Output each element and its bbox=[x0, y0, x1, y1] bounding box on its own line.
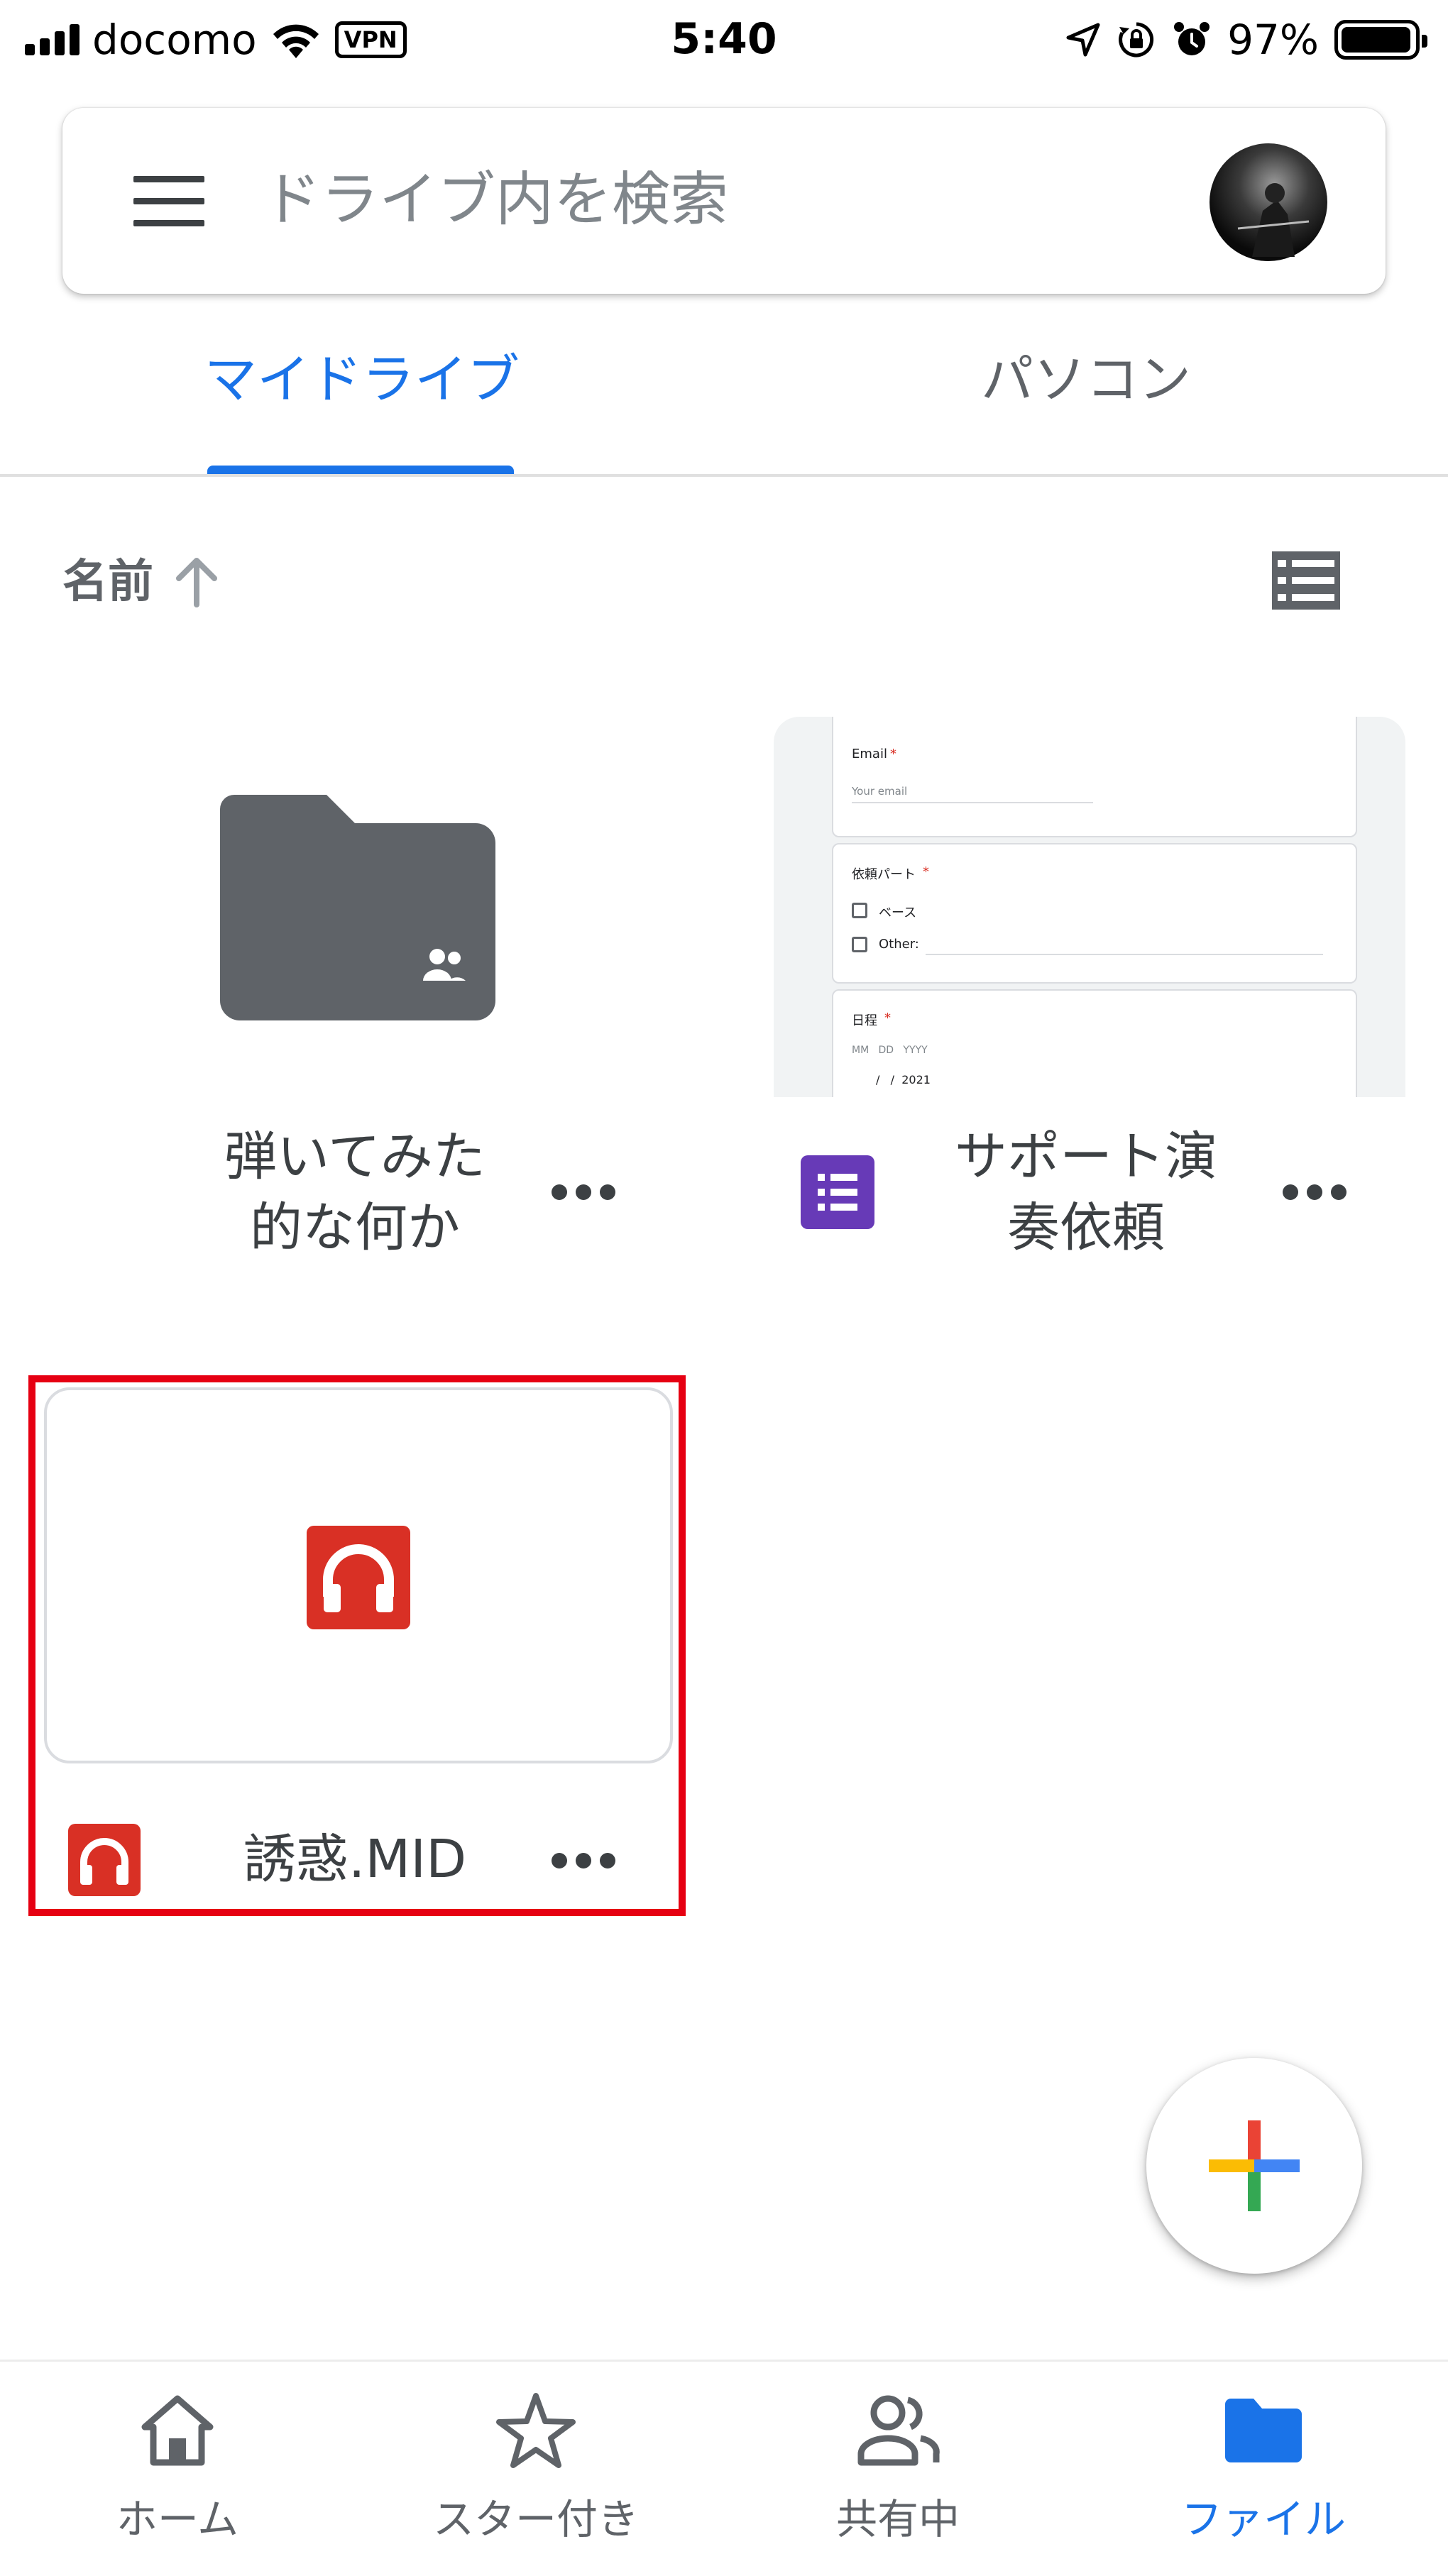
list-view-icon[interactable] bbox=[1271, 550, 1342, 611]
alarm-icon bbox=[1174, 21, 1210, 55]
location-arrow-icon bbox=[1066, 23, 1100, 56]
search-input[interactable]: ドライブ内を検索 bbox=[263, 158, 728, 243]
nav-label: 共有中 bbox=[835, 2495, 960, 2543]
date-value: / / 2021 bbox=[876, 1073, 931, 1086]
form-field-label: 依頼パート bbox=[852, 867, 916, 882]
nav-home[interactable]: ホーム bbox=[28, 2391, 327, 2555]
required-mark: * bbox=[923, 864, 929, 879]
nav-label: ファイル bbox=[1180, 2495, 1346, 2543]
checkbox-option: ベース bbox=[879, 906, 917, 920]
tab-computers[interactable]: パソコン bbox=[838, 341, 1334, 419]
form-field-label: 日程 bbox=[852, 1013, 877, 1028]
new-item-fab[interactable] bbox=[1146, 2058, 1362, 2274]
battery-percent: 97% bbox=[1227, 15, 1319, 64]
tab-my-drive[interactable]: マイドライブ bbox=[114, 341, 610, 419]
form-field-label: Email bbox=[852, 747, 887, 761]
required-mark: * bbox=[884, 1011, 891, 1025]
home-icon bbox=[141, 2395, 214, 2466]
hamburger-menu-icon[interactable] bbox=[133, 176, 204, 226]
tab-divider bbox=[0, 474, 1448, 477]
battery-fill bbox=[1342, 26, 1410, 53]
shared-folder-icon[interactable] bbox=[220, 795, 497, 1020]
plus-icon bbox=[1209, 2120, 1300, 2211]
nav-files[interactable]: ファイル bbox=[1114, 2391, 1413, 2555]
nav-starred[interactable]: スター付き bbox=[387, 2391, 685, 2555]
folder-icon bbox=[1225, 2399, 1302, 2462]
account-avatar[interactable] bbox=[1210, 143, 1327, 261]
required-mark: * bbox=[890, 747, 896, 761]
nav-label: ホーム bbox=[116, 2495, 239, 2543]
more-options-icon[interactable] bbox=[548, 1178, 619, 1206]
more-options-icon[interactable] bbox=[1279, 1178, 1350, 1206]
star-icon bbox=[496, 2393, 576, 2468]
arrow-up-icon[interactable] bbox=[172, 554, 221, 610]
rotation-lock-icon bbox=[1119, 22, 1154, 57]
avatar-image bbox=[1237, 183, 1310, 257]
nav-shared[interactable]: 共有中 bbox=[749, 2391, 1047, 2555]
form-field-placeholder: Your email bbox=[852, 785, 908, 798]
nav-label: スター付き bbox=[432, 2495, 639, 2543]
date-fields: MM DD YYYY bbox=[852, 1045, 928, 1056]
battery-icon bbox=[1334, 19, 1427, 60]
highlight-box bbox=[28, 1375, 686, 1916]
people-icon bbox=[857, 2395, 940, 2466]
search-bar[interactable]: ドライブ内を検索 bbox=[62, 108, 1386, 294]
file-name[interactable]: 弾いてみた 的な何か bbox=[185, 1121, 525, 1263]
form-question-card: 依頼パート * ベース Other: bbox=[832, 843, 1357, 984]
form-question-card: 日程 * MM DD YYYY / / 2021 bbox=[832, 989, 1357, 1097]
status-bar-right: 97% bbox=[1065, 13, 1427, 66]
file-name[interactable]: サポート演 奏依頼 bbox=[916, 1121, 1256, 1263]
sort-by-name-button[interactable]: 名前 bbox=[62, 546, 153, 617]
google-forms-icon bbox=[801, 1155, 874, 1229]
form-preview-thumbnail[interactable]: Email * Your email 依頼パート * ベース Other: 日程… bbox=[774, 717, 1405, 1097]
status-bar: docomo VPN 5:40 97% bbox=[0, 0, 1448, 78]
checkbox-option: Other: bbox=[879, 937, 919, 952]
form-question-card: Email * Your email bbox=[832, 717, 1357, 837]
